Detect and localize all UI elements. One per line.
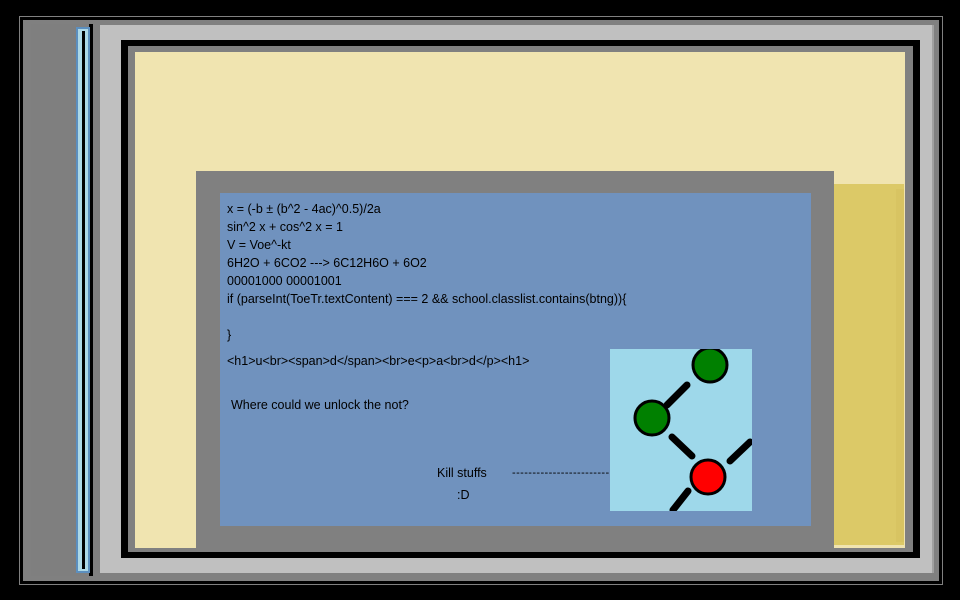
hint-smiley: :D [457,488,470,502]
gold-side-panel [834,184,904,545]
red-node[interactable] [689,458,727,496]
code-line-quadratic: x = (-b ± (b^2 - 4ac)^0.5)/2a [227,202,381,216]
graph-edge [726,438,752,465]
game-canvas[interactable] [610,349,752,511]
graph-edge [668,433,696,460]
green-node[interactable] [691,349,729,384]
code-line-if-statement: if (parseInt(ToeTr.textContent) === 2 &&… [227,292,627,306]
graph-edge [669,487,692,511]
riddle-question: Where could we unlock the not? [231,398,409,412]
code-line-binary: 00001000 00001001 [227,274,342,288]
code-line-photosynthesis: 6H2O + 6CO2 ---> 6C12H6O + 6O2 [227,256,427,270]
side-progress-bar-core [82,31,85,569]
code-line-decay: V = Voe^-kt [227,238,291,252]
game-graph [633,349,752,511]
gold-side-panel-shade [896,189,904,542]
green-node[interactable] [633,399,671,437]
code-line-closing-brace: } [227,328,232,342]
graph-edge [663,381,691,409]
code-line-trig-identity: sin^2 x + cos^2 x = 1 [227,220,343,234]
html-snippet: <h1>u<br><span>d</span><br>e<p>a<br>d</p… [227,354,530,368]
hint-label: Kill stuffs [437,466,487,480]
